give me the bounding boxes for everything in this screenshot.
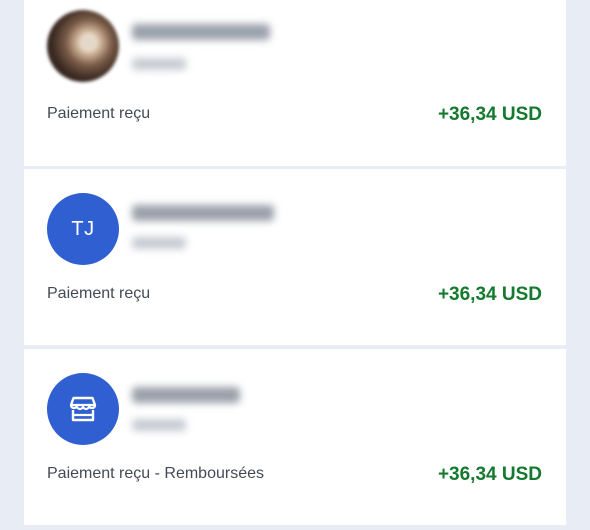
avatar xyxy=(47,373,119,445)
transaction-amount: +36,34 USD xyxy=(437,464,542,485)
avatar: TJ xyxy=(47,193,119,265)
redacted-name xyxy=(132,24,270,40)
transaction-description: Paiement reçu - Remboursées xyxy=(47,465,264,482)
avatar xyxy=(47,10,119,82)
transaction-list: Paiement reçu +36,34 USD TJ Paiement reç… xyxy=(24,0,566,530)
transaction-item[interactable]: TJ Paiement reçu +36,34 USD xyxy=(24,169,566,345)
redacted-subtitle xyxy=(132,419,186,431)
transaction-description: Paiement reçu xyxy=(47,285,151,302)
redacted-subtitle xyxy=(132,58,186,70)
transaction-item[interactable]: Paiement reçu +36,34 USD xyxy=(24,0,566,166)
avatar-initials: TJ xyxy=(71,217,95,240)
transaction-item[interactable]: Paiement reçu - Remboursées +36,34 USD xyxy=(24,349,566,525)
redacted-name xyxy=(132,387,240,403)
transaction-amount: +36,34 USD xyxy=(437,104,542,125)
store-icon xyxy=(69,396,97,422)
transaction-description: Paiement reçu xyxy=(47,105,151,122)
transaction-amount: +36,34 USD xyxy=(437,284,542,305)
redacted-subtitle xyxy=(132,237,186,249)
redacted-name xyxy=(132,205,274,221)
